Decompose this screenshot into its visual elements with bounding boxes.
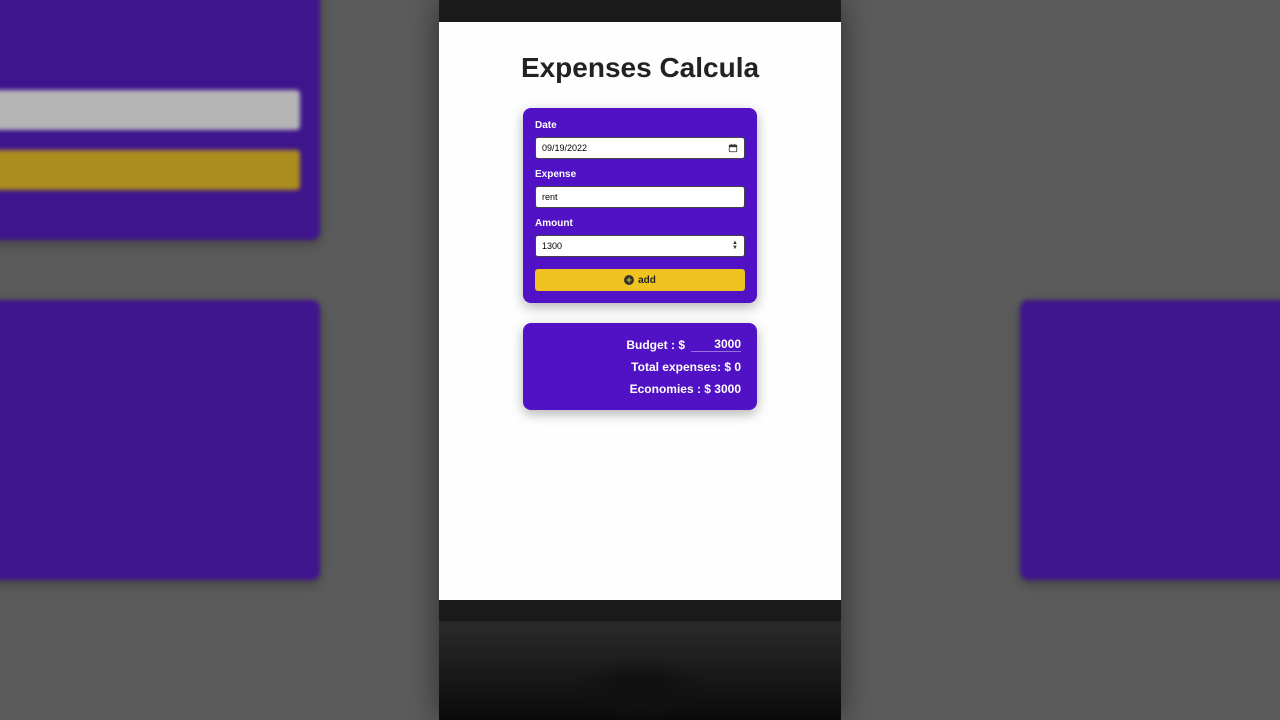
total-expenses-text: Total expenses: $ 0 <box>631 360 741 374</box>
monitor-stand <box>570 660 710 720</box>
page-title: Expenses Calcula <box>521 52 759 84</box>
monitor-bezel-bottom <box>439 600 841 720</box>
expense-form-card: Date Expense Amount ▲▼ + add <box>523 108 757 303</box>
economies-row: Economies : $ 3000 <box>539 382 741 396</box>
budget-row: Budget : $ <box>539 337 741 352</box>
app-content: Expenses Calcula Date Expense Amount ▲▼ <box>439 22 841 600</box>
economies-text: Economies : $ 3000 <box>630 382 741 396</box>
total-expenses-row: Total expenses: $ 0 <box>539 360 741 374</box>
monitor-bezel-top <box>439 0 841 22</box>
expense-label: Expense <box>535 169 745 180</box>
amount-label: Amount <box>535 218 745 229</box>
date-field[interactable] <box>542 143 728 153</box>
expense-input[interactable] <box>535 186 745 208</box>
summary-card: Budget : $ Total expenses: $ 0 Economies… <box>523 323 757 410</box>
monitor-viewport: Expenses Calcula Date Expense Amount ▲▼ <box>439 0 841 720</box>
date-label: Date <box>535 120 745 131</box>
date-input[interactable] <box>535 137 745 159</box>
amount-input[interactable]: ▲▼ <box>535 235 745 257</box>
plus-circle-icon: + <box>624 275 634 285</box>
expense-field[interactable] <box>542 192 738 202</box>
budget-label: Budget : $ <box>626 338 685 352</box>
calendar-icon[interactable] <box>728 143 738 153</box>
add-button-label: add <box>638 275 656 286</box>
add-button[interactable]: + add <box>535 269 745 291</box>
amount-field[interactable] <box>542 241 732 251</box>
stepper-icon[interactable]: ▲▼ <box>732 241 738 251</box>
budget-input[interactable] <box>691 337 741 352</box>
